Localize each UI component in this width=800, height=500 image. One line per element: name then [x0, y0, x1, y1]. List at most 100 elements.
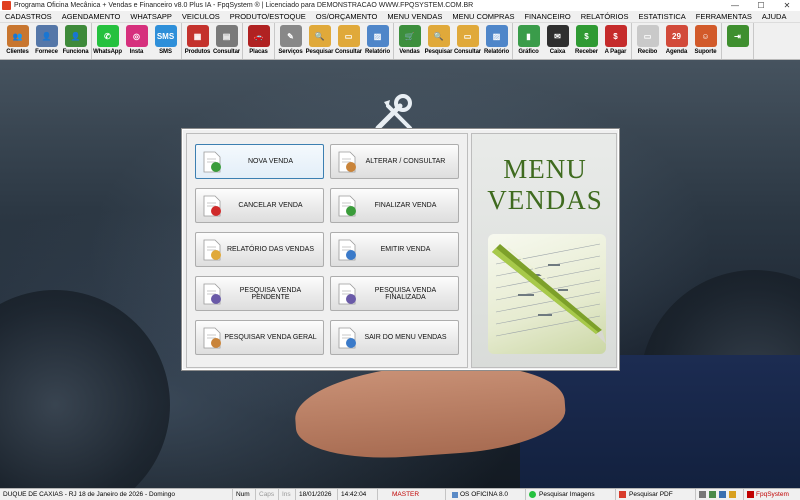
toolbar-button-agenda[interactable]: 29 Agenda: [662, 23, 691, 59]
finalizar-venda-button[interactable]: FINALIZAR VENDA: [330, 188, 459, 223]
menu-produto-estoque[interactable]: PRODUTO/ESTOQUE: [225, 12, 311, 21]
toolbar-button-label: Consultar: [453, 49, 482, 55]
search-images-button[interactable]: Pesquisar Imagens: [526, 488, 616, 500]
menu-button-label: PESQUISA VENDA FINALIZADA: [374, 286, 437, 301]
search-folder-icon: 🔍: [308, 25, 331, 47]
calendar-icon: 29: [665, 25, 688, 47]
menu-title-line1: MENU: [503, 154, 587, 184]
issue-sale-icon: [335, 238, 359, 262]
pen-document-illustration: [492, 243, 606, 344]
pesquisa-venda-pendente-button[interactable]: PESQUISA VENDA PENDENTE: [195, 276, 324, 311]
close-button[interactable]: ✕: [774, 0, 800, 11]
status-location: DUQUE DE CAXIAS - RJ 18 de Janeiro de 20…: [0, 488, 233, 500]
menu-menu-vendas[interactable]: MENU VENDAS: [382, 12, 447, 21]
consult-folder-icon: ▭: [456, 25, 479, 47]
exit-icon: ⇥: [726, 25, 749, 47]
menu-os-or-amento[interactable]: OS/ORÇAMENTO: [311, 12, 383, 21]
emitir-venda-button[interactable]: EMITIR VENDA: [330, 232, 459, 267]
maximize-button[interactable]: ☐: [748, 0, 774, 11]
toolbar-button-consultar[interactable]: ▭ Consultar: [453, 23, 482, 59]
alterar-consultar-button[interactable]: ALTERAR / CONSULTAR: [330, 144, 459, 179]
toolbar-button-label: Pesquisar: [305, 49, 334, 55]
pen-document-image: [488, 234, 606, 354]
toolbar-button-pesquisar[interactable]: 🔍 Pesquisar: [424, 23, 453, 59]
help-icon[interactable]: [729, 491, 736, 498]
menu-agendamento[interactable]: AGENDAMENTO: [57, 12, 126, 21]
menu-financeiro[interactable]: FINANCEIRO: [519, 12, 575, 21]
toolbar-button-gr-fico[interactable]: ▮ Gráfico: [514, 23, 543, 59]
toolbar-button-label: Vendas: [399, 49, 420, 55]
toolbar-button-recibo[interactable]: ▭ Recibo: [633, 23, 662, 59]
toolbar-button-placas[interactable]: 🚗 Placas: [244, 23, 273, 59]
report-icon: ▨: [366, 25, 389, 47]
toolbar-button-caixa[interactable]: ✉ Caixa: [543, 23, 572, 59]
finalized-search-icon: [335, 282, 359, 306]
status-date: 18/01/2026: [296, 488, 338, 500]
status-time: 14:42:04: [338, 488, 378, 500]
menu-title-line2: VENDAS: [487, 185, 603, 215]
car-icon: 🚗: [247, 25, 270, 47]
pesquisar-venda-geral-button[interactable]: PESQUISAR VENDA GERAL: [195, 320, 324, 355]
cart-icon: 🛒: [398, 25, 421, 47]
support-icon: ☺: [694, 25, 717, 47]
services-icon: ✎: [279, 25, 302, 47]
menu-estatistica[interactable]: ESTATISTICA: [634, 12, 691, 21]
toolbar-button-relat-rio[interactable]: ▨ Relatório: [363, 23, 392, 59]
menu-whatsapp[interactable]: WHATSAPP: [125, 12, 177, 21]
menu-button-label: PESQUISA VENDA PENDENTE: [239, 286, 302, 301]
menu-relat-rios[interactable]: RELATÓRIOS: [576, 12, 634, 21]
toolbar-button-vendas[interactable]: 🛒 Vendas: [395, 23, 424, 59]
pdf-icon: [619, 491, 626, 498]
toolbar-group: ⇥: [723, 23, 754, 59]
toolbar-button-sms[interactable]: SMS SMS: [151, 23, 180, 59]
pesquisa-venda-finalizada-button[interactable]: PESQUISA VENDA FINALIZADA: [330, 276, 459, 311]
toolbar: 👥 Clientes 👤 Fornece 👤 Funciona ✆ WhatsApp ◎ Inst…: [0, 23, 800, 60]
toolbar-button-receber[interactable]: $ Receber: [572, 23, 601, 59]
menu-cadastros[interactable]: CADASTROS: [0, 12, 57, 21]
printer-icon[interactable]: [699, 491, 706, 498]
cash-icon: ✉: [546, 25, 569, 47]
toolbar-button-servi-os[interactable]: ✎ Serviços: [276, 23, 305, 59]
cancel-sale-icon: [200, 194, 224, 218]
status-version-icon: [452, 491, 458, 498]
toolbar-button-label: Relatório: [364, 49, 391, 55]
search-pdf-button[interactable]: Pesquisar PDF: [616, 488, 696, 500]
toolbar-button-label: Clientes: [6, 49, 29, 55]
employee-icon: 👤: [64, 25, 87, 47]
menu-menu-compras[interactable]: MENU COMPRAS: [447, 12, 519, 21]
toolbar-button-consultar[interactable]: ▤ Consultar: [212, 23, 241, 59]
menu-button-label: SAIR DO MENU VENDAS: [364, 334, 447, 341]
minimize-button[interactable]: —: [722, 0, 748, 11]
toolbar-button-whatsapp[interactable]: ✆ WhatsApp: [93, 23, 122, 59]
toolbar-button-exit[interactable]: ⇥: [723, 23, 752, 59]
consult-icon: ▤: [215, 25, 238, 47]
toolbar-button-fornece[interactable]: 👤 Fornece: [32, 23, 61, 59]
menu-button-label: PESQUISAR VENDA GERAL: [224, 334, 317, 341]
toolbar-button-a-pagar[interactable]: $ A Pagar: [601, 23, 630, 59]
toolbar-group: ✆ WhatsApp ◎ Insta SMS SMS: [93, 23, 182, 59]
toolbar-button-clientes[interactable]: 👥 Clientes: [3, 23, 32, 59]
menu-ajuda[interactable]: AJUDA: [757, 12, 792, 21]
toolbar-button-pesquisar[interactable]: 🔍 Pesquisar: [305, 23, 334, 59]
status-tray-icons: [696, 488, 744, 500]
toolbar-button-funciona[interactable]: 👤 Funciona: [61, 23, 90, 59]
toolbar-button-insta[interactable]: ◎ Insta: [122, 23, 151, 59]
calculator-icon[interactable]: [709, 491, 716, 498]
consult-folder-icon: ▭: [337, 25, 360, 47]
nova-venda-button[interactable]: NOVA VENDA: [195, 144, 324, 179]
receipt-icon: ▭: [636, 25, 659, 47]
menu-veiculos[interactable]: VEICULOS: [177, 12, 225, 21]
status-version-text: OS OFICINA 8.0: [460, 491, 509, 498]
receive-icon: $: [575, 25, 598, 47]
toolbar-button-relat-rio[interactable]: ▨ Relatório: [482, 23, 511, 59]
relat-rio-das-vendas-button[interactable]: RELATÓRIO DAS VENDAS: [195, 232, 324, 267]
toolbar-button-produtos[interactable]: ▦ Produtos: [183, 23, 212, 59]
toolbar-button-label: Agenda: [665, 49, 688, 55]
cancelar-venda-button[interactable]: CANCELAR VENDA: [195, 188, 324, 223]
sair-do-menu-vendas-button[interactable]: SAIR DO MENU VENDAS: [330, 320, 459, 355]
menu-ferramentas[interactable]: FERRAMENTAS: [691, 12, 757, 21]
notepad-icon[interactable]: [719, 491, 726, 498]
toolbar-button-consultar[interactable]: ▭ Consultar: [334, 23, 363, 59]
toolbar-button-label: Insta: [129, 49, 144, 55]
toolbar-button-suporte[interactable]: ☺ Suporte: [691, 23, 720, 59]
